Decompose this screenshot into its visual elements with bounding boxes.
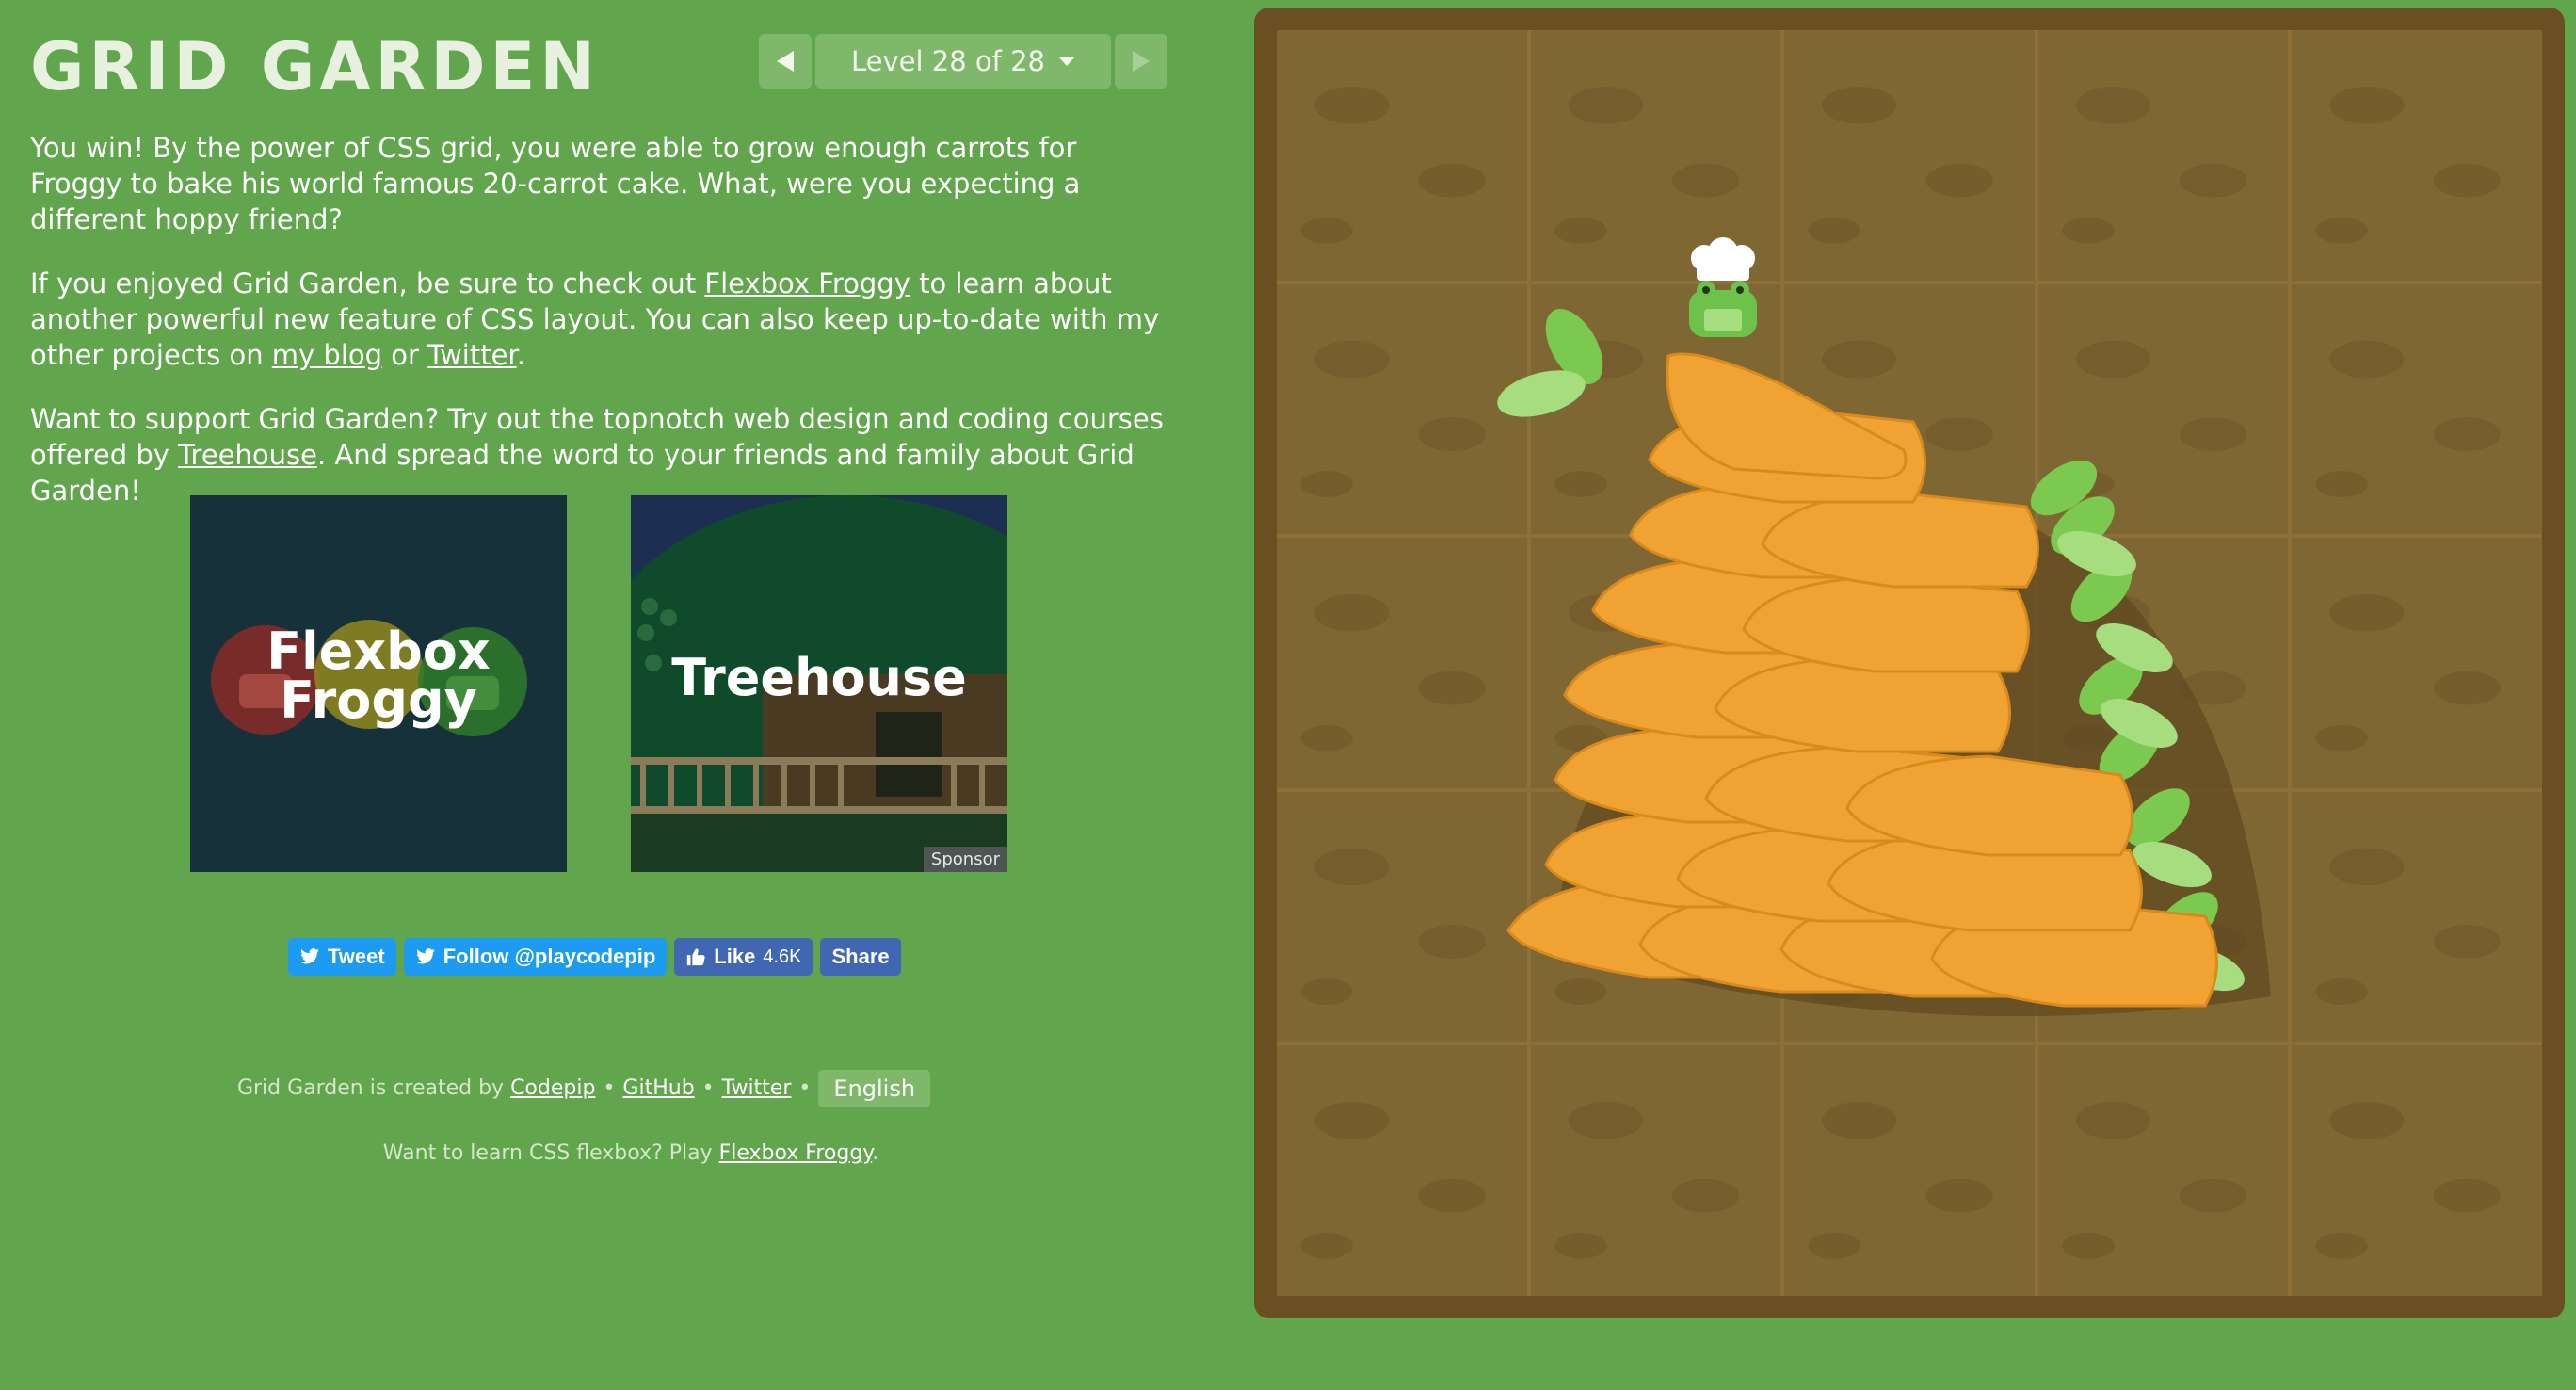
arrow-left-icon [777, 51, 794, 72]
blog-link[interactable]: my blog [272, 339, 382, 371]
page-title: GRID GARDEN [30, 28, 600, 105]
tweet-label: Tweet [328, 945, 385, 968]
separator-dot: • [603, 1076, 616, 1100]
github-link[interactable]: GitHub [622, 1076, 694, 1100]
garden-board [1254, 8, 2565, 1318]
sponsor-badge: Sponsor [923, 847, 1007, 872]
flexbox-froggy-promo[interactable]: Flexbox Froggy [190, 495, 567, 872]
thumbs-up-icon [687, 948, 705, 966]
prompt-text: Want to learn CSS flexbox? Play [382, 1141, 719, 1165]
separator-dot: • [798, 1076, 812, 1100]
treehouse-title: Treehouse [671, 648, 967, 707]
promo-paragraph: If you enjoyed Grid Garden, be sure to c… [30, 266, 1169, 373]
instructions: You win! By the power of CSS grid, you w… [30, 130, 1169, 537]
level-navigation: Level 28 of 28 [759, 34, 1167, 89]
credits-text: Grid Garden is created by [236, 1076, 511, 1100]
footer-flexbox-prompt: Want to learn CSS flexbox? Play Flexbox … [0, 1141, 1262, 1165]
support-paragraph: Want to support Grid Garden? Try out the… [30, 401, 1169, 509]
tweet-button[interactable]: Tweet [288, 938, 396, 976]
social-buttons: Tweet Follow @playcodepip Like 4.6K Shar… [288, 938, 901, 976]
twitter-bird-icon [300, 948, 319, 964]
codepip-link[interactable]: Codepip [510, 1076, 595, 1100]
follow-label: Follow @playcodepip [443, 945, 656, 968]
level-label: Level 28 of 28 [851, 45, 1045, 77]
share-label: Share [831, 945, 890, 968]
chef-hat-icon [1691, 237, 1755, 281]
treehouse-promo[interactable]: Treehouse Sponsor [631, 495, 1007, 872]
separator-dot: • [701, 1076, 715, 1100]
flexbox-froggy-title: Flexbox Froggy [190, 622, 567, 730]
title-line: Froggy [280, 671, 477, 730]
footer-credits: Grid Garden is created by Codepip • GitHub… [0, 1070, 1167, 1107]
footer-flexbox-link[interactable]: Flexbox Froggy [719, 1141, 873, 1165]
follow-button[interactable]: Follow @playcodepip [403, 938, 668, 976]
language-selector[interactable]: English [818, 1070, 931, 1107]
text: If you enjoyed Grid Garden, be sure to c… [30, 267, 705, 299]
text: . [516, 339, 525, 371]
flexbox-froggy-link[interactable]: Flexbox Froggy [704, 267, 910, 299]
title-line: Flexbox [266, 622, 491, 681]
level-dropdown[interactable]: Level 28 of 28 [815, 34, 1111, 89]
next-level-button[interactable] [1115, 34, 1167, 89]
like-count: 4.6K [763, 946, 802, 967]
twitter-bird-icon [415, 948, 435, 964]
like-button[interactable]: Like 4.6K [674, 938, 813, 976]
caret-down-icon [1057, 57, 1075, 66]
like-label: Like [714, 945, 756, 968]
prompt-text: . [872, 1141, 879, 1165]
footer-twitter-link[interactable]: Twitter [722, 1076, 792, 1100]
carrot-cake-illustration [1497, 237, 2271, 1017]
twitter-link[interactable]: Twitter [427, 339, 517, 371]
share-button[interactable]: Share [820, 938, 901, 976]
win-message: You win! By the power of CSS grid, you w… [30, 132, 1081, 235]
froggy-chef [1689, 237, 1757, 337]
arrow-right-icon [1133, 51, 1150, 72]
previous-level-button[interactable] [759, 34, 812, 89]
treehouse-link[interactable]: Treehouse [178, 439, 317, 471]
text: or [382, 339, 428, 371]
